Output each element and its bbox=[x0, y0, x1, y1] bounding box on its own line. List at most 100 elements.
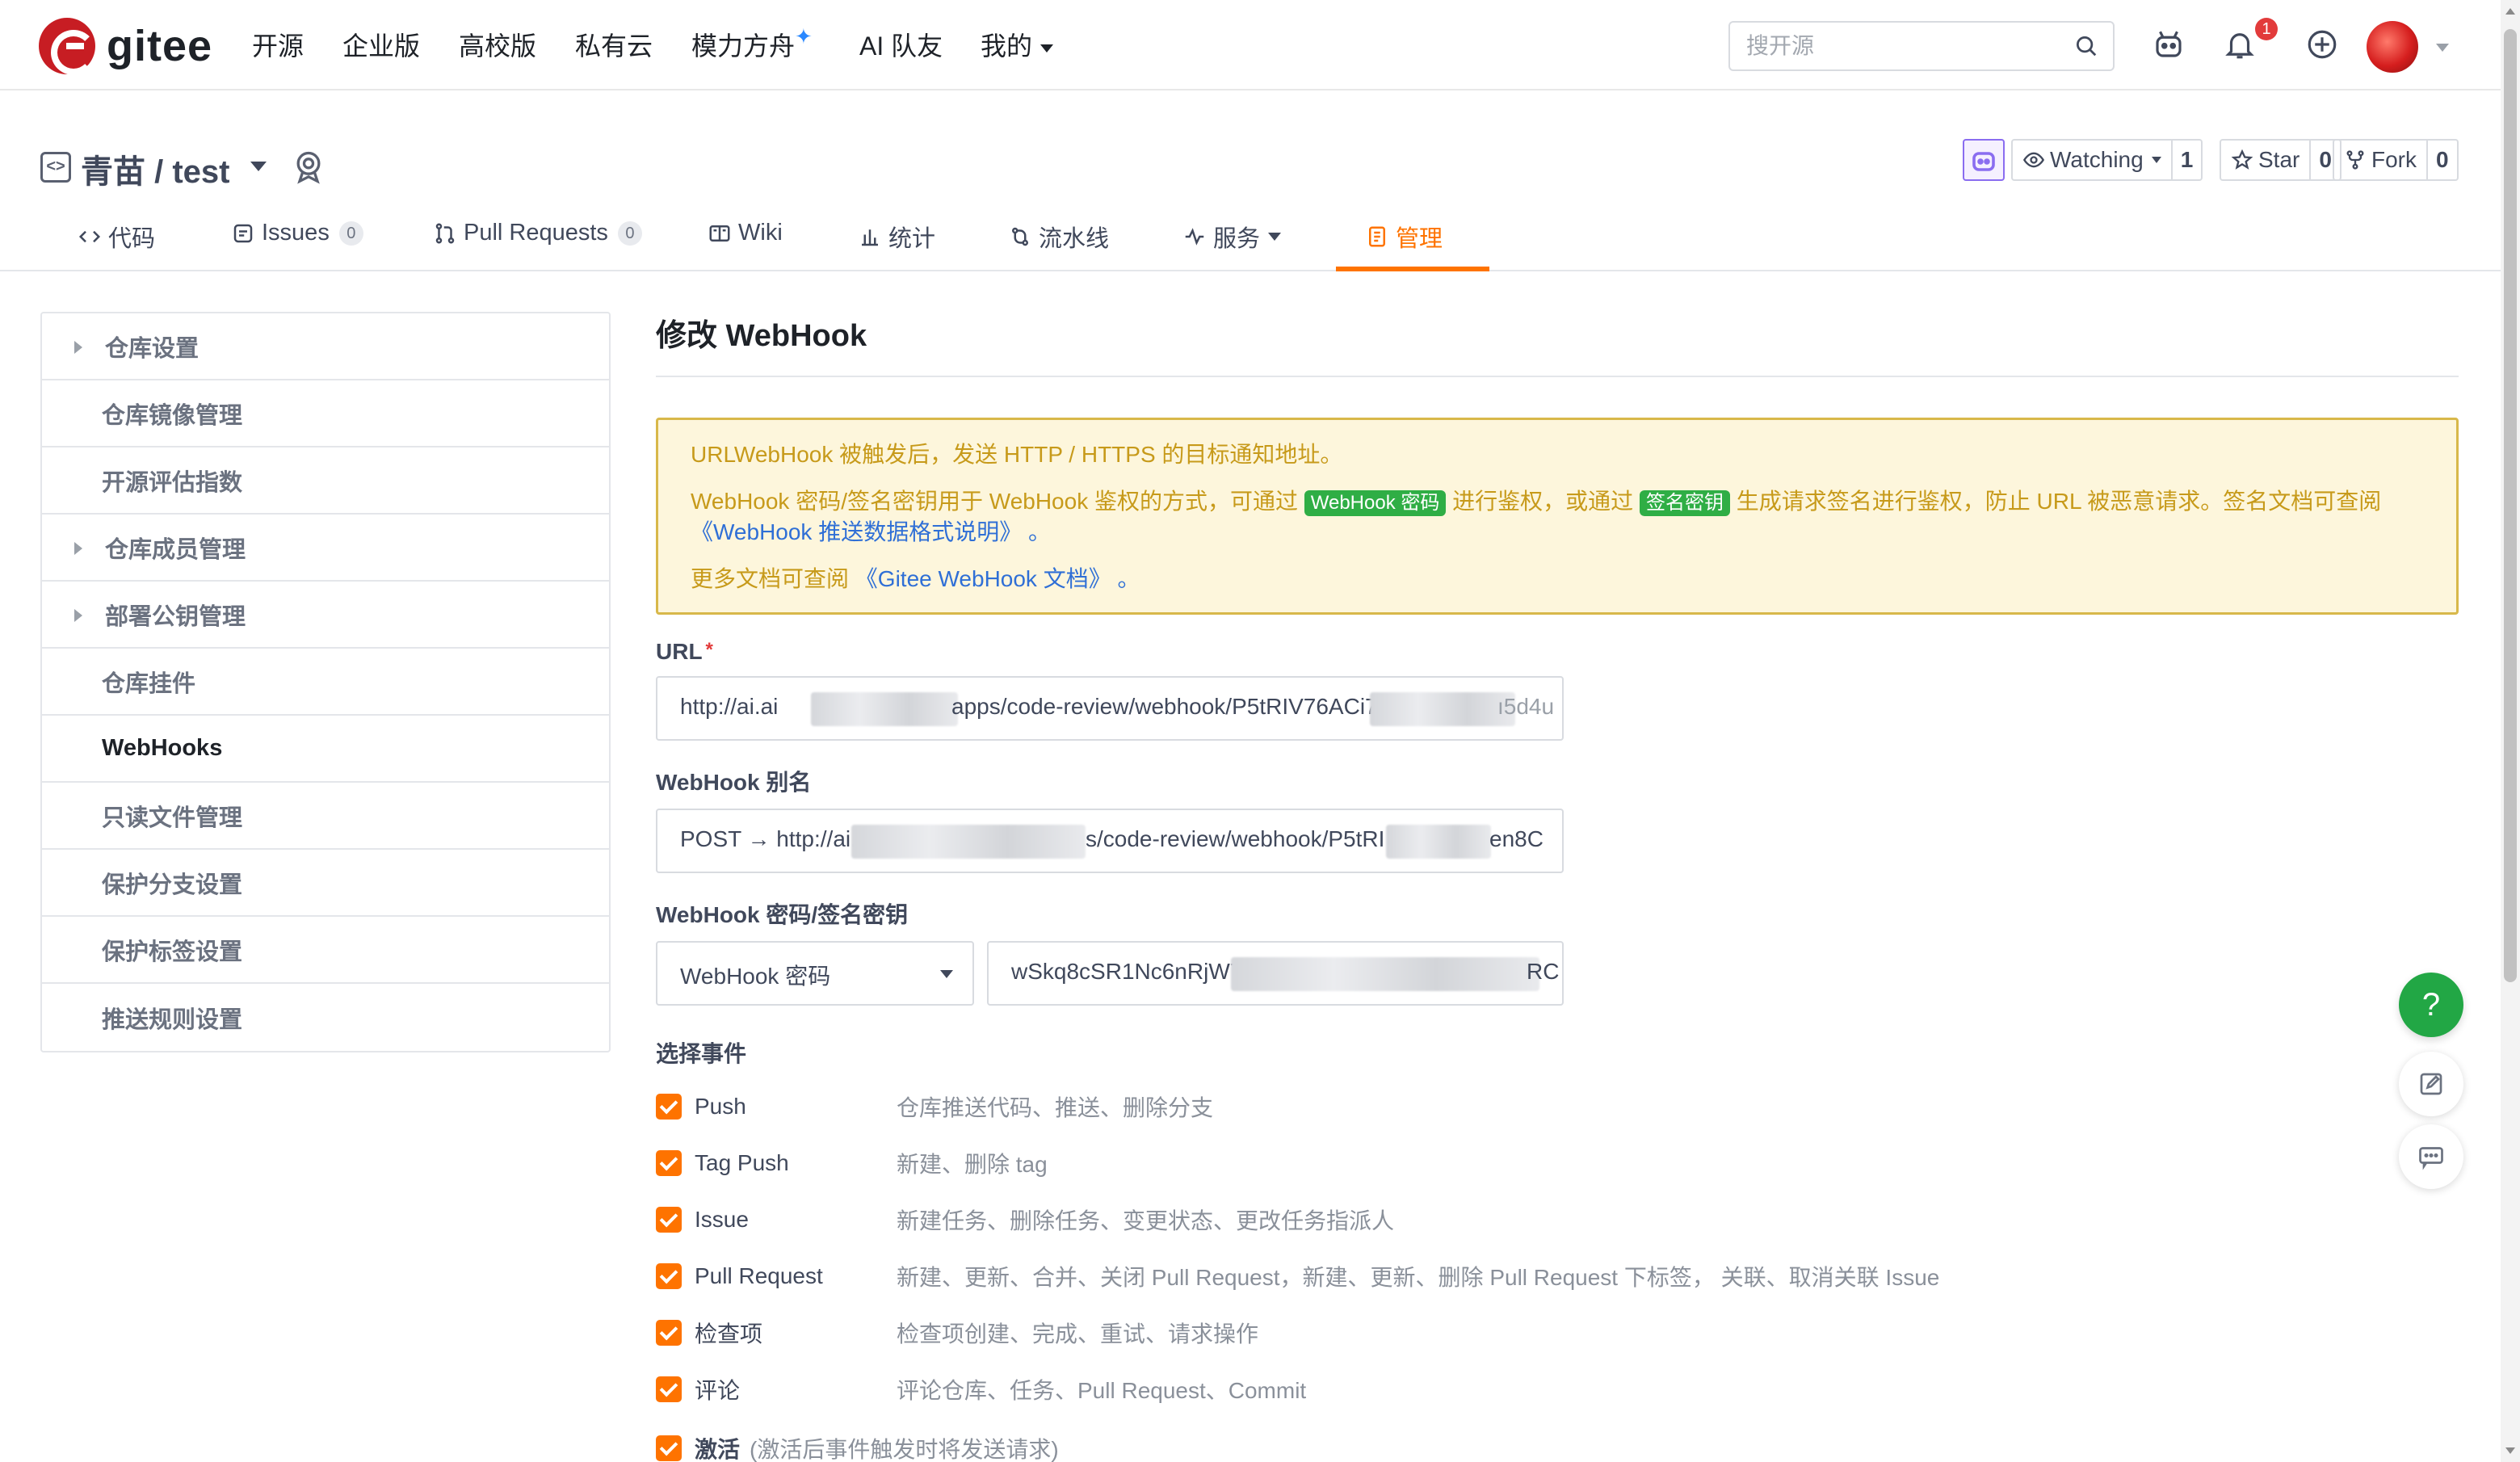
alias-input[interactable]: POST → http://ai. s/code-review/webhook/… bbox=[656, 809, 1564, 873]
fork-button[interactable]: Fork bbox=[2334, 141, 2426, 179]
search-icon[interactable] bbox=[2074, 34, 2098, 58]
event-name: Pull Request bbox=[695, 1263, 823, 1288]
sidebar-item-oss-index[interactable]: 开源评估指数 bbox=[42, 447, 609, 515]
nav-mine[interactable]: 我的 bbox=[981, 26, 1054, 63]
notice-text: 进行鉴权，或通过 bbox=[1452, 489, 1634, 514]
tab-pull-requests-label: Pull Requests bbox=[464, 220, 608, 246]
tab-issues-label: Issues bbox=[262, 220, 330, 246]
ai-assistant-icon[interactable] bbox=[2152, 27, 2186, 61]
sidebar-item-label: 保护标签设置 bbox=[102, 939, 243, 965]
expand-arrow-icon bbox=[74, 341, 82, 354]
tag-push-checkbox[interactable] bbox=[656, 1150, 682, 1176]
sidebar-item-webhooks[interactable]: WebHooks bbox=[42, 716, 609, 783]
push-checkbox[interactable] bbox=[656, 1094, 682, 1120]
gitee-logo[interactable]: gitee bbox=[39, 18, 213, 75]
watch-count[interactable]: 1 bbox=[2170, 141, 2202, 179]
nav-education[interactable]: 高校版 bbox=[459, 26, 536, 63]
event-name: Issue bbox=[695, 1207, 749, 1232]
scroll-up-icon[interactable] bbox=[2505, 8, 2515, 15]
watch-button[interactable]: Watching bbox=[2013, 141, 2171, 179]
gitee-webhook-doc-link[interactable]: 《Gitee WebHook 文档》 bbox=[855, 566, 1111, 591]
sidebar-item-mirror[interactable]: 仓库镜像管理 bbox=[42, 380, 609, 447]
pull-request-checkbox[interactable] bbox=[656, 1263, 682, 1289]
watch-chevron-icon bbox=[2151, 157, 2161, 163]
tab-services[interactable]: 服务 bbox=[1182, 220, 1282, 254]
bell-icon[interactable] bbox=[2223, 27, 2257, 61]
scrollbar-thumb[interactable] bbox=[2504, 29, 2517, 982]
ai-bot-button[interactable] bbox=[1963, 139, 2005, 181]
url-label-text: URL bbox=[656, 639, 703, 664]
sidebar-item-label: 仓库设置 bbox=[105, 335, 200, 362]
chat-icon bbox=[2419, 1147, 2443, 1170]
check-run-checkbox[interactable] bbox=[656, 1320, 682, 1346]
star-button[interactable]: Star bbox=[2221, 141, 2309, 179]
nav-enterprise[interactable]: 企业版 bbox=[342, 26, 420, 63]
url-label: URL * bbox=[656, 639, 2459, 665]
search-box[interactable] bbox=[1728, 21, 2115, 71]
scroll-down-icon[interactable] bbox=[2505, 1447, 2515, 1454]
secret-type-select[interactable]: WebHook 密码 bbox=[656, 941, 974, 1006]
event-pull-request: Pull Request 新建、更新、合并、关闭 Pull Request，新建… bbox=[656, 1258, 2459, 1295]
nav-open-source[interactable]: 开源 bbox=[252, 26, 304, 63]
sidebar-item-readonly-files[interactable]: 只读文件管理 bbox=[42, 783, 609, 850]
bot-icon bbox=[1972, 152, 1995, 171]
redacted-blur bbox=[851, 825, 1086, 859]
url-value-end: ı5d4u bbox=[1497, 694, 1555, 719]
activate-checkbox[interactable] bbox=[656, 1435, 682, 1461]
tab-wiki[interactable]: Wiki bbox=[708, 220, 783, 246]
redacted-blur bbox=[1386, 825, 1491, 859]
sidebar-item-label: 开源评估指数 bbox=[102, 469, 243, 496]
signing-key-tag: 签名密钥 bbox=[1639, 490, 1730, 516]
event-desc: 新建、删除 tag bbox=[897, 1152, 1048, 1177]
tab-issues[interactable]: Issues 0 bbox=[231, 220, 363, 246]
fork-icon bbox=[2346, 150, 2364, 170]
sidebar-item-members[interactable]: 仓库成员管理 bbox=[42, 515, 609, 582]
issue-checkbox[interactable] bbox=[656, 1207, 682, 1233]
tab-pull-requests[interactable]: Pull Requests 0 bbox=[433, 220, 642, 246]
url-input[interactable]: http://ai.ai apps/code-review/webhook/P5… bbox=[656, 676, 1564, 741]
plus-circle-icon[interactable] bbox=[2305, 27, 2339, 61]
secret-input[interactable]: wSkq8cSR1Nc6nRjW7 RC bbox=[987, 941, 1564, 1006]
active-tab-indicator bbox=[1336, 267, 1489, 271]
secret-row: WebHook 密码 wSkq8cSR1Nc6nRjW7 RC bbox=[656, 941, 2459, 1006]
required-mark: * bbox=[705, 639, 713, 661]
webhook-password-tag: WebHook 密码 bbox=[1304, 490, 1447, 516]
user-avatar[interactable] bbox=[2367, 21, 2418, 73]
nav-private-cloud[interactable]: 私有云 bbox=[575, 26, 653, 63]
comment-checkbox[interactable] bbox=[656, 1376, 682, 1402]
avatar-chevron-down-icon[interactable] bbox=[2436, 44, 2449, 52]
tab-manage[interactable]: 管理 bbox=[1365, 220, 1443, 254]
repo-award-icon[interactable] bbox=[291, 149, 326, 184]
nav-moli[interactable]: 模力方舟✦ bbox=[691, 24, 813, 63]
tab-code-label: 代码 bbox=[108, 226, 156, 252]
logo-text: gitee bbox=[107, 22, 213, 70]
page-title: 修改 WebHook bbox=[656, 310, 2459, 377]
sidebar-item-protected-tags[interactable]: 保护标签设置 bbox=[42, 917, 609, 984]
tab-stats[interactable]: 统计 bbox=[858, 220, 935, 254]
chat-button[interactable] bbox=[2399, 1124, 2463, 1189]
fork-count[interactable]: 0 bbox=[2426, 141, 2457, 179]
search-input[interactable] bbox=[1730, 23, 2053, 69]
repo-dropdown-icon[interactable] bbox=[250, 162, 267, 171]
notice-line-1: URLWebHook 被触发后，发送 HTTP / HTTPS 的目标通知地址。 bbox=[691, 442, 1343, 467]
sidebar-item-push-rules[interactable]: 推送规则设置 bbox=[42, 984, 609, 1051]
tab-pipeline[interactable]: 流水线 bbox=[1008, 220, 1109, 254]
fork-button-group: Fork 0 bbox=[2333, 139, 2459, 181]
event-desc: 新建任务、删除任务、变更状态、更改任务指派人 bbox=[897, 1208, 1395, 1233]
tab-code[interactable]: 代码 bbox=[78, 220, 155, 254]
sidebar-item-widgets[interactable]: 仓库挂件 bbox=[42, 649, 609, 716]
repo-code-icon: <> bbox=[40, 152, 71, 183]
sidebar-item-label: 部署公钥管理 bbox=[105, 603, 246, 630]
tab-manage-label: 管理 bbox=[1396, 226, 1443, 252]
webhook-form: 修改 WebHook URLWebHook 被触发后，发送 HTTP / HTT… bbox=[656, 310, 2459, 1462]
sidebar-item-repo-settings[interactable]: 仓库设置 bbox=[42, 313, 609, 380]
feedback-button[interactable] bbox=[2399, 1052, 2463, 1116]
repo-title[interactable]: 青苗 / test bbox=[81, 145, 229, 192]
nav-ai-teammate[interactable]: AI 队友 bbox=[859, 26, 943, 63]
sidebar-item-deploy-keys[interactable]: 部署公钥管理 bbox=[42, 582, 609, 649]
redacted-blur bbox=[811, 692, 958, 726]
help-button[interactable]: ? bbox=[2399, 973, 2463, 1037]
star-button-group: Star 0 bbox=[2220, 139, 2342, 181]
sidebar-item-protected-branches[interactable]: 保护分支设置 bbox=[42, 850, 609, 917]
data-format-doc-link[interactable]: 《WebHook 推送数据格式说明》 bbox=[691, 519, 1022, 544]
